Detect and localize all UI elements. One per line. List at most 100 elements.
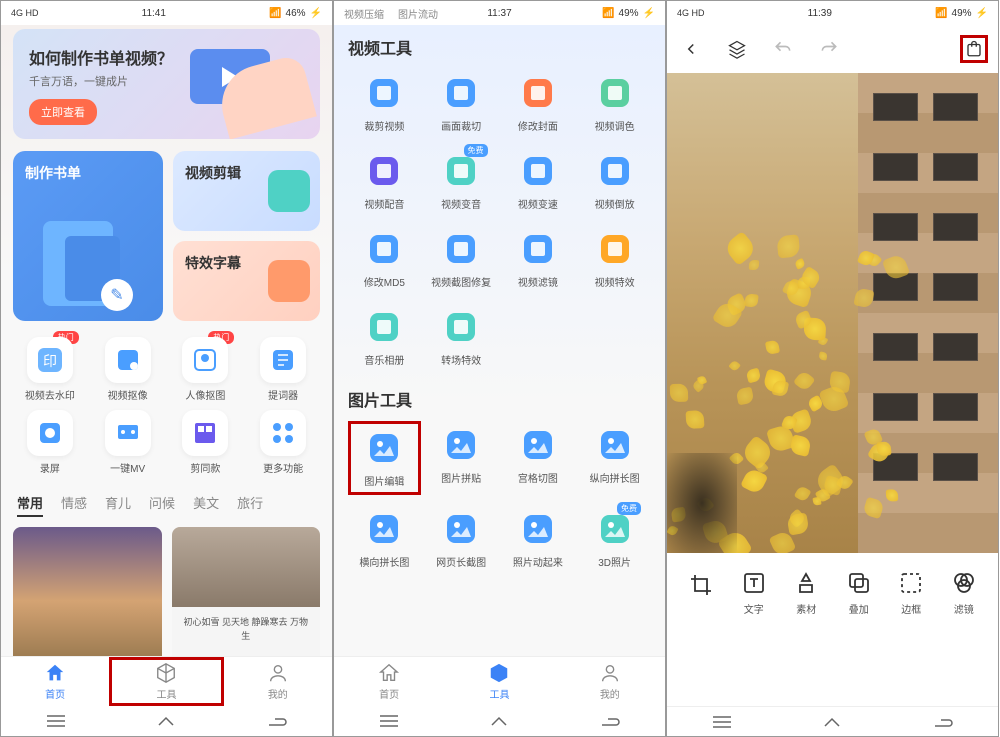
image-tool-0-highlighted[interactable]: 图片编辑: [348, 421, 421, 495]
shop-button-highlighted[interactable]: [960, 35, 988, 63]
editor-header: [667, 25, 998, 73]
overlay-icon: [846, 570, 872, 596]
tool-icon: [595, 509, 635, 549]
sys-back-button[interactable]: [590, 714, 630, 728]
nav-profile[interactable]: 我的: [555, 657, 665, 706]
video-tool-2[interactable]: 修改封面: [502, 73, 575, 133]
back-button[interactable]: [677, 35, 705, 63]
video-tool-0[interactable]: 裁剪视频: [348, 73, 421, 133]
image-tool-6[interactable]: 照片动起来: [502, 509, 575, 569]
bottom-nav: 首页 工具 我的: [1, 656, 332, 706]
video-tool-1[interactable]: 画面裁切: [425, 73, 498, 133]
letter-a-icon: [268, 260, 310, 302]
grid-tool-1[interactable]: 视频抠像: [91, 337, 165, 402]
crop-icon: [268, 170, 310, 212]
tool-border[interactable]: 边框: [898, 570, 924, 616]
video-tool-6[interactable]: 视频变速: [502, 151, 575, 211]
person-icon: [599, 662, 621, 684]
template-card-1[interactable]: [13, 527, 162, 665]
tool-icon: [441, 151, 481, 191]
system-nav: [667, 706, 998, 736]
tool-icon: [182, 337, 228, 383]
nav-home[interactable]: 首页: [1, 657, 109, 706]
sys-back-button[interactable]: [923, 715, 963, 729]
sys-back-button[interactable]: [257, 714, 297, 728]
image-tool-3[interactable]: 纵向拼长图: [578, 425, 651, 491]
promo-banner[interactable]: 如何制作书单视频？ 千言万语，一键成片 立即查看: [13, 29, 320, 139]
nav-profile[interactable]: 我的: [224, 657, 332, 706]
video-tool-11[interactable]: 视频特效: [578, 229, 651, 289]
sys-menu-button[interactable]: [36, 714, 76, 728]
layers-button[interactable]: [723, 35, 751, 63]
tool-text[interactable]: 文字: [741, 570, 767, 616]
tool-icon: 印: [27, 337, 73, 383]
section-title-image: 图片工具: [348, 387, 651, 411]
video-tool-5[interactable]: 免费视频变音: [425, 151, 498, 211]
video-tool-3[interactable]: 视频调色: [578, 73, 651, 133]
tool-filter[interactable]: 滤镜: [951, 570, 977, 616]
nav-tools[interactable]: 工具: [444, 657, 554, 706]
grid-tool-7[interactable]: 更多功能: [246, 410, 320, 475]
cube-icon: [488, 662, 510, 684]
phone-screen-1: 4G HD 11:41 📶46%⚡ 如何制作书单视频？ 千言万语，一键成片 立即…: [0, 0, 333, 737]
image-tool-4[interactable]: 横向拼长图: [348, 509, 421, 569]
tab-美文[interactable]: 美文: [193, 493, 219, 517]
tool-icon: [518, 425, 558, 465]
edit-toolbar: X 文字 素材 叠加 边框 滤镜: [667, 553, 998, 633]
sys-menu-button[interactable]: [369, 714, 409, 728]
feature-video-edit[interactable]: 视频剪辑: [173, 151, 320, 231]
tab-情感[interactable]: 情感: [61, 493, 87, 517]
grid-tool-2[interactable]: 热门人像抠图: [169, 337, 243, 402]
phone-screen-3: 4G HD 11:39 📶49%⚡ X 文字: [666, 0, 999, 737]
image-tool-7[interactable]: 免费3D照片: [578, 509, 651, 569]
grid-tool-5[interactable]: 一键MV: [91, 410, 165, 475]
undo-button[interactable]: [769, 35, 797, 63]
image-tool-1[interactable]: 图片拼贴: [425, 425, 498, 491]
nav-home[interactable]: 首页: [334, 657, 444, 706]
tool-icon: [595, 151, 635, 191]
tab-旅行[interactable]: 旅行: [237, 493, 263, 517]
tab-问候[interactable]: 问候: [149, 493, 175, 517]
tool-material[interactable]: 素材: [793, 570, 819, 616]
home-icon: [378, 662, 400, 684]
video-tool-12[interactable]: 音乐相册: [348, 307, 421, 367]
tab-常用[interactable]: 常用: [17, 493, 43, 517]
tab-育儿[interactable]: 育儿: [105, 493, 131, 517]
grid-tool-6[interactable]: 剪同款: [169, 410, 243, 475]
nav-tools-highlighted[interactable]: 工具: [109, 657, 223, 706]
tool-icon: [364, 229, 404, 269]
banner-cta-button[interactable]: 立即查看: [29, 99, 97, 125]
video-tool-13[interactable]: 转场特效: [425, 307, 498, 367]
tool-overlay[interactable]: 叠加: [846, 570, 872, 616]
system-nav: [1, 706, 332, 736]
video-tool-9[interactable]: 视频截图修复: [425, 229, 498, 289]
status-bar: 4G HD 11:41 📶46%⚡: [1, 1, 332, 25]
template-card-2[interactable]: 初心如雪 见天地 静躁寒去 万物生: [172, 527, 321, 665]
tool-icon: [27, 410, 73, 456]
sys-home-button[interactable]: [146, 714, 186, 728]
tool-icon: [105, 337, 151, 383]
video-tool-10[interactable]: 视频滤镜: [502, 229, 575, 289]
video-tool-4[interactable]: 视频配音: [348, 151, 421, 211]
tool-icon: [518, 509, 558, 549]
photo-canvas[interactable]: [667, 73, 998, 553]
feature-make-booklist[interactable]: 制作书单 ✎: [13, 151, 163, 321]
redo-button[interactable]: [815, 35, 843, 63]
sys-home-button[interactable]: [812, 715, 852, 729]
image-tool-5[interactable]: 网页长截图: [425, 509, 498, 569]
grid-tool-0[interactable]: 热门印视频去水印: [13, 337, 87, 402]
grid-tool-4[interactable]: 录屏: [13, 410, 87, 475]
video-tool-8[interactable]: 修改MD5: [348, 229, 421, 289]
tool-crop[interactable]: X: [688, 572, 714, 614]
image-tool-2[interactable]: 宫格切图: [502, 425, 575, 491]
filter-icon: [951, 570, 977, 596]
feature-subtitle-fx[interactable]: 特效字幕: [173, 241, 320, 321]
tool-icon: [182, 410, 228, 456]
tool-icon: [441, 229, 481, 269]
tool-icon: [441, 73, 481, 113]
sys-home-button[interactable]: [479, 714, 519, 728]
grid-tool-3[interactable]: 提词器: [246, 337, 320, 402]
video-tool-7[interactable]: 视频倒放: [578, 151, 651, 211]
border-icon: [898, 570, 924, 596]
sys-menu-button[interactable]: [702, 715, 742, 729]
